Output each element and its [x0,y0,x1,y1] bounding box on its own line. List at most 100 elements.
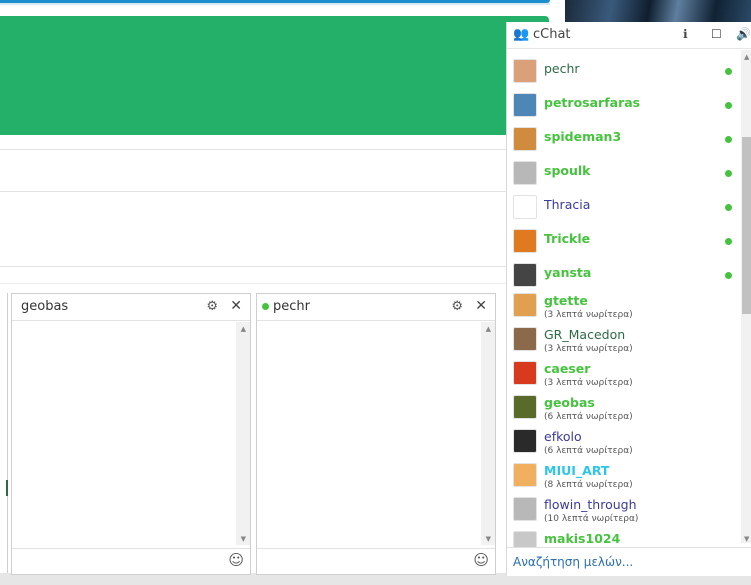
users-icon: 👥 [513,27,530,42]
last-seen-text: (3 λεπτά νωρίτερα) [544,344,633,354]
chat-window-pechr: pechr ⚙ ✕ ▲ ▼ ☺ [256,293,496,575]
avatar [513,161,537,185]
online-status-dot [725,68,732,75]
avatar [513,59,537,83]
chat-window-title: pechr [262,299,310,314]
member-name: spideman3 [544,129,622,144]
settings-gear-icon[interactable]: ⚙ [451,299,463,314]
chat-window-header: geobas ⚙ ✕ [12,294,250,321]
avatar [513,229,537,253]
green-banner [0,16,549,135]
scroll-down-arrow-icon[interactable]: ▼ [486,535,491,543]
member-row[interactable]: efkolo (6 λεπτά νωρίτερα) [507,429,737,463]
chat-scrollbar[interactable] [481,322,495,545]
close-icon[interactable]: ✕ [230,298,242,314]
member-name: pechr [544,61,580,76]
member-row[interactable]: MIUI_ART (8 λεπτά νωρίτερα) [507,463,737,497]
member-row[interactable]: Trickle [507,225,737,259]
emoji-smiley-icon[interactable]: ☺ [473,551,489,569]
avatar [513,293,537,317]
scrollbar-thumb[interactable] [742,137,751,314]
settings-gear-icon[interactable]: ⚙ [206,299,218,314]
chat-window-partial [0,293,8,573]
divider [0,266,506,267]
maximize-icon[interactable]: ☐ [711,27,722,41]
avatar [513,463,537,487]
avatar [513,361,537,385]
close-icon[interactable]: ✕ [475,298,487,314]
member-name: Thracia [544,197,591,212]
member-row[interactable]: geobas (6 λεπτά νωρίτερα) [507,395,737,429]
scroll-up-arrow-icon[interactable]: ▲ [744,53,749,61]
online-status-dot [262,303,269,310]
last-seen-text: (6 λεπτά νωρίτερα) [544,446,633,456]
last-seen-text: (8 λεπτά νωρίτερα) [544,480,633,490]
cchat-title: cChat [533,27,571,42]
header-photo [565,0,751,22]
member-row[interactable]: Thracia [507,191,737,225]
last-seen-text: (3 λεπτά νωρίτερα) [544,310,633,320]
sound-icon[interactable]: 🔊 [736,27,751,41]
online-status-dot [725,102,732,109]
member-search [507,547,751,576]
scroll-up-arrow-icon[interactable]: ▲ [241,325,246,333]
divider [0,191,506,192]
member-row[interactable]: caeser (3 λεπτά νωρίτερα) [507,361,737,395]
emoji-smiley-icon[interactable]: ☺ [228,551,244,569]
online-status-dot [725,204,732,211]
scroll-down-arrow-icon[interactable]: ▼ [744,535,749,543]
cchat-panel: 👥 cChat ℹ ☐ 🔊 pechr petrosarfaras spideman… [506,22,751,576]
chat-window-header: pechr ⚙ ✕ [257,294,495,321]
chat-message-input[interactable]: ☺ [257,548,495,574]
top-accent-shadow [0,3,550,5]
chat-window-title-text: pechr [273,299,310,314]
member-name: spoulk [544,163,591,178]
last-seen-text: (10 λεπτά νωρίτερα) [544,514,639,524]
member-row[interactable]: GR_Macedon (3 λεπτά νωρίτερα) [507,327,737,361]
scroll-down-arrow-icon[interactable]: ▼ [241,535,246,543]
info-icon[interactable]: ℹ [683,27,688,41]
cchat-header[interactable]: 👥 cChat ℹ ☐ 🔊 [507,22,751,49]
member-row[interactable]: yansta [507,259,737,293]
last-seen-text: (6 λεπτά νωρίτερα) [544,412,633,422]
member-name: yansta [544,265,592,280]
member-row[interactable]: pechr [507,55,737,89]
chat-window-geobas: geobas ⚙ ✕ ▲ ▼ ☺ [11,293,251,575]
member-name: Trickle [544,231,591,246]
online-status-dot [725,238,732,245]
member-row[interactable]: flowin_through (10 λεπτά νωρίτερα) [507,497,737,531]
member-name: gtette [544,293,588,308]
avatar [513,429,537,453]
chat-scrollbar[interactable] [236,322,250,545]
member-row[interactable]: spoulk [507,157,737,191]
divider [0,149,506,150]
avatar [513,195,537,219]
chat-window-title: geobas [21,299,69,314]
avatar [513,93,537,117]
member-name: flowin_through [544,497,637,512]
online-status-dot [725,272,732,279]
scroll-up-arrow-icon[interactable]: ▲ [486,325,491,333]
member-name: makis1024 [544,531,621,546]
member-name: petrosarfaras [544,95,641,110]
avatar [513,263,537,287]
avatar [513,497,537,521]
member-row[interactable]: gtette (3 λεπτά νωρίτερα) [507,293,737,327]
chat-message-input[interactable]: ☺ [12,548,250,574]
avatar [513,127,537,151]
online-status-dot [725,136,732,143]
avatar [513,327,537,351]
last-seen-text: (3 λεπτά νωρίτερα) [544,378,633,388]
member-name: caeser [544,361,591,376]
member-row[interactable]: petrosarfaras [507,89,737,123]
member-search-input[interactable] [511,552,745,572]
member-name: GR_Macedon [544,327,626,342]
online-status-dot [725,170,732,177]
member-name: MIUI_ART [544,463,610,478]
avatar [513,395,537,419]
text-cursor-mark [6,480,8,496]
member-name: efkolo [544,429,582,444]
divider [0,283,506,284]
member-row[interactable]: spideman3 [507,123,737,157]
member-name: geobas [544,395,595,410]
